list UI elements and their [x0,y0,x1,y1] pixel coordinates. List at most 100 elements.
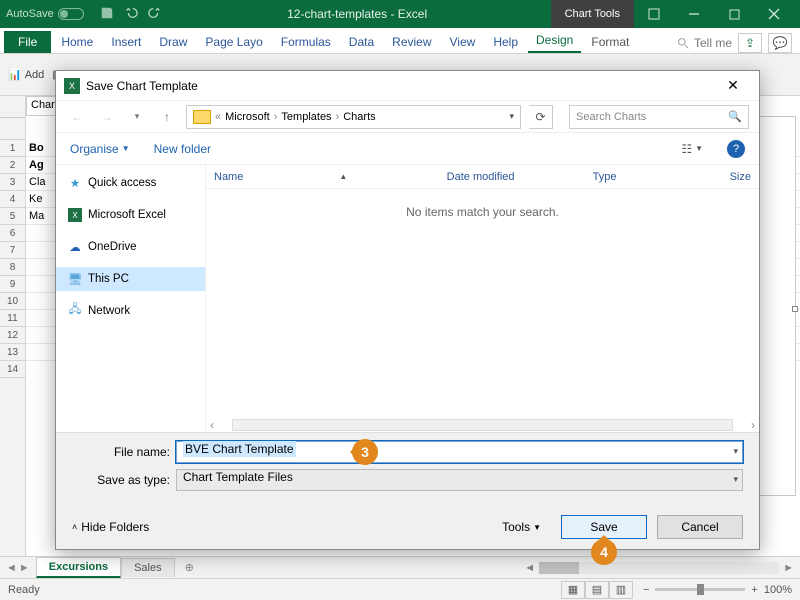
scroll-left-icon[interactable]: ‹ [206,418,218,432]
callout-3: 3 [352,439,378,465]
row-header[interactable]: 11 [0,310,25,327]
scroll-right-icon[interactable]: › [747,418,759,432]
tab-help[interactable]: Help [485,31,526,53]
document-title: 12-chart-templates - Excel [164,7,551,21]
add-chart-element[interactable]: 📊 Add [8,68,44,81]
dialog-close-icon[interactable]: ✕ [715,72,751,100]
row-headers: 1 2 3 4 5 6 7 8 9 10 11 12 13 14 [0,96,26,556]
help-icon[interactable]: ? [727,140,745,158]
close-icon[interactable] [754,0,794,28]
sheet-tab-sales[interactable]: Sales [121,558,175,577]
tab-review[interactable]: Review [384,31,439,53]
breadcrumb-segment[interactable]: Microsoft [225,111,270,123]
file-name-label: File name: [72,445,170,459]
tab-view[interactable]: View [442,31,484,53]
tools-dropdown[interactable]: Tools ▼ [502,520,541,534]
row-header[interactable]: 9 [0,276,25,293]
row-header[interactable]: 14 [0,361,25,378]
file-name-input[interactable]: BVE Chart Template ▾ [176,441,743,463]
file-list-hscroll[interactable]: ‹ › [206,418,759,432]
search-input[interactable]: Search Charts 🔍 [569,105,749,129]
col-type[interactable]: Type [585,171,709,183]
sheet-nav-prev-icon[interactable]: ◄ [6,562,17,574]
tell-me-search[interactable]: Tell me [677,36,732,50]
tab-data[interactable]: Data [341,31,382,53]
col-size[interactable]: Size [709,171,759,183]
sheet-nav-next-icon[interactable]: ► [19,562,30,574]
row-header[interactable]: 5 [0,208,25,225]
zoom-slider[interactable] [655,588,745,591]
save-as-type-dropdown[interactable]: Chart Template Files ▾ [176,469,743,491]
tab-format[interactable]: Format [583,31,637,53]
row-header[interactable]: 7 [0,242,25,259]
sheet-tab-excursions[interactable]: Excursions [36,557,121,578]
redo-icon[interactable] [148,6,164,22]
tab-home[interactable]: Home [53,31,101,53]
new-folder-button[interactable]: New folder [154,142,211,156]
autosave-control[interactable]: AutoSave [6,8,84,20]
save-as-type-label: Save as type: [72,473,170,487]
row-header[interactable]: 12 [0,327,25,344]
row-header[interactable]: 8 [0,259,25,276]
undo-icon[interactable] [124,6,140,22]
view-options-icon[interactable]: ☷ ▼ [681,142,703,156]
col-name[interactable]: Name ▲ [206,171,439,183]
zoom-out-icon[interactable]: − [643,584,649,596]
save-icon[interactable] [100,6,116,22]
breadcrumb-dropdown-icon[interactable]: ▾ [509,111,514,122]
view-normal-icon[interactable]: ▦ [561,581,585,599]
view-page-break-icon[interactable]: ▥ [609,581,633,599]
row-header[interactable]: 3 [0,174,25,191]
nav-back-icon[interactable]: ← [66,106,88,128]
nav-quick-access[interactable]: ★Quick access [56,171,205,195]
organise-dropdown[interactable]: Organise▼ [70,142,130,156]
nav-forward-icon[interactable]: → [96,106,118,128]
breadcrumb-segment[interactable]: Templates [281,111,331,123]
ribbon-display-options-icon[interactable] [634,0,674,28]
tab-design[interactable]: Design [528,29,581,53]
row-header[interactable]: 4 [0,191,25,208]
row-header[interactable]: 13 [0,344,25,361]
tab-file[interactable]: File [4,31,51,53]
breadcrumb-segment[interactable]: Charts [343,111,375,123]
status-bar: Ready ▦ ▤ ▥ − + 100% [0,578,800,600]
minimize-icon[interactable] [674,0,714,28]
excel-icon: X [68,208,82,222]
row-header[interactable]: 10 [0,293,25,310]
refresh-icon[interactable]: ⟳ [529,105,553,129]
share-icon[interactable]: ⇪ [738,33,762,53]
row-header[interactable]: 2 [0,157,25,174]
app-titlebar: AutoSave 12-chart-templates - Excel Char… [0,0,800,28]
hscroll-right-icon[interactable]: ► [783,562,794,574]
cancel-button[interactable]: Cancel [657,515,743,539]
horizontal-scrollbar[interactable] [539,562,779,574]
tab-draw[interactable]: Draw [151,31,195,53]
maximize-icon[interactable] [714,0,754,28]
tab-insert[interactable]: Insert [103,31,149,53]
tab-page-layout[interactable]: Page Layo [197,31,270,53]
file-name-dropdown-icon[interactable]: ▾ [733,446,738,457]
nav-up-icon[interactable]: ↑ [156,106,178,128]
nav-microsoft-excel[interactable]: XMicrosoft Excel [56,203,205,227]
save-as-type-dropdown-icon[interactable]: ▾ [733,474,738,485]
save-as-type-value: Chart Template Files [183,470,293,484]
address-bar[interactable]: « Microsoft › Templates › Charts ▾ [186,105,521,129]
row-header[interactable]: 1 [0,140,25,157]
zoom-level[interactable]: 100% [764,584,792,596]
zoom-in-icon[interactable]: + [751,584,757,596]
sort-asc-icon: ▲ [339,172,347,181]
row-header[interactable]: 6 [0,225,25,242]
new-sheet-icon[interactable]: ⊕ [175,561,204,574]
dialog-fields: File name: BVE Chart Template ▾ 3 Save a… [56,432,759,505]
nav-this-pc[interactable]: 🖥This PC [56,267,205,291]
nav-onedrive[interactable]: ☁OneDrive [56,235,205,259]
comments-icon[interactable]: 💬 [768,33,792,53]
view-page-layout-icon[interactable]: ▤ [585,581,609,599]
hscroll-left-icon[interactable]: ◄ [524,562,535,574]
nav-recent-icon[interactable]: ▾ [126,106,148,128]
tab-formulas[interactable]: Formulas [273,31,339,53]
autosave-toggle[interactable] [58,8,84,20]
nav-network[interactable]: 🖧Network [56,299,205,323]
col-date-modified[interactable]: Date modified [439,171,585,183]
hide-folders-toggle[interactable]: ˄ Hide Folders [72,520,149,534]
